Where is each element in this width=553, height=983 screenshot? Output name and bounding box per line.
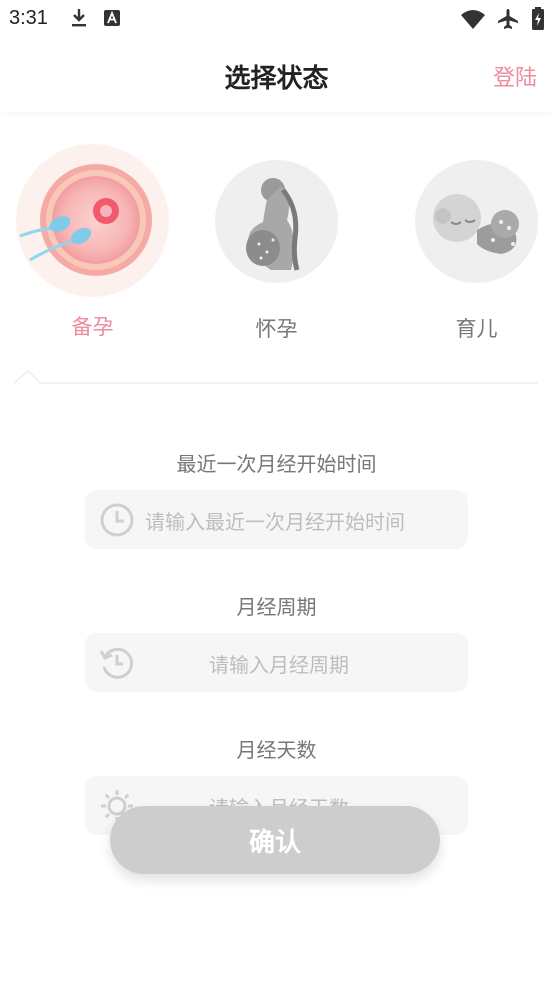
last-period-label: 最近一次月经开始时间 [176,452,377,476]
status-notification-icons [70,8,121,28]
login-button[interactable]: 登陆 [493,60,537,92]
pregnant-woman-icon [246,178,300,271]
wifi-icon [461,10,485,29]
status-label-pregnant: 怀孕 [255,317,298,341]
status-circle-parenting [415,160,538,283]
header-bar: 选择状态 登陆 [0,38,553,112]
selection-indicator [14,369,538,384]
download-icon [72,9,86,27]
last-period-placeholder: 请输入最近一次月经开始时间 [145,510,405,534]
status-system-icons [461,7,545,31]
status-label-prepare: 备孕 [71,315,114,339]
confirm-button[interactable]: 确认 [110,806,440,874]
sleeping-baby-icon [433,194,519,254]
status-option-pregnant[interactable]: 怀孕 [215,160,338,343]
days-label: 月经天数 [236,738,317,762]
status-option-parenting[interactable]: 育儿 [415,160,538,343]
last-period-input[interactable]: 请输入最近一次月经开始时间 [85,490,468,549]
status-time: 3:31 [9,7,48,29]
cycle-placeholder: 请输入月经周期 [209,653,349,677]
airplane-icon [498,9,518,29]
status-option-prepare[interactable]: 备孕 [16,144,169,341]
app-screen: 3:31 选择状态 登陆 备孕 怀孕 育儿 最近一次月经开始时间 请输入最近一次… [0,0,553,983]
page-title: 选择状态 [224,64,329,94]
status-circle-prepare [16,144,169,297]
cycle-clock-icon [99,647,133,679]
font-a-icon [104,10,120,26]
status-circle-pregnant [215,160,338,283]
egg-sperm-icon [19,164,152,276]
cycle-input[interactable]: 请输入月经周期 [85,633,468,692]
cycle-label: 月经周期 [236,595,317,619]
status-bar: 3:31 [0,0,553,38]
battery-icon [532,7,544,30]
clock-icon [100,503,134,537]
status-label-parenting: 育儿 [455,317,498,341]
